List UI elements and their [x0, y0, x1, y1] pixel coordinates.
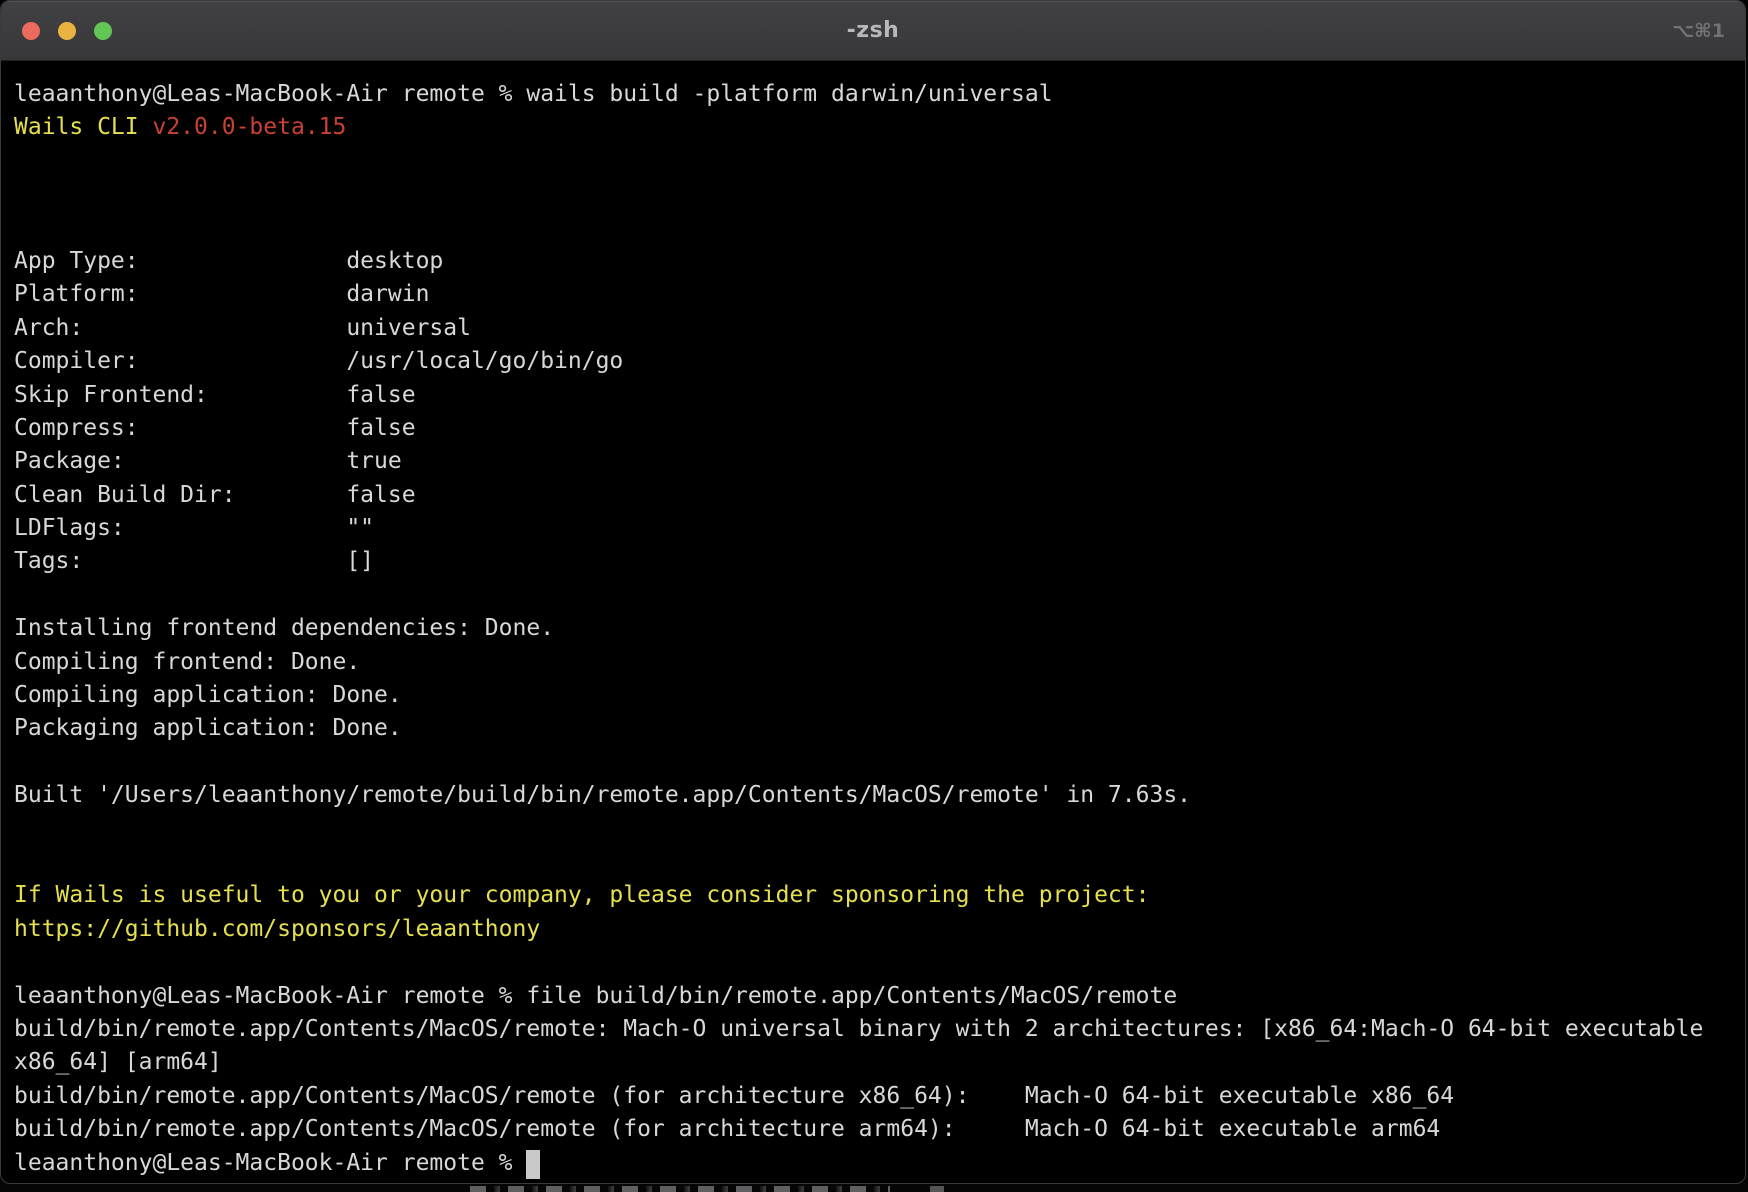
terminal-line — [14, 813, 1732, 846]
terminal-line: Compiler: /usr/local/go/bin/go — [14, 345, 1732, 378]
terminal-line: leaanthony@Leas-MacBook-Air remote % fil… — [14, 980, 1732, 1013]
terminal-line: Wails CLI v2.0.0-beta.15 — [14, 111, 1732, 144]
terminal-line — [14, 846, 1732, 879]
zoom-button[interactable] — [94, 22, 112, 40]
terminal-line: Package: true — [14, 445, 1732, 478]
minimize-button[interactable] — [58, 22, 76, 40]
terminal-text: Arch: universal — [14, 315, 471, 341]
close-button[interactable] — [22, 22, 40, 40]
terminal-line: App Type: desktop — [14, 245, 1732, 278]
terminal-text: LDFlags: "" — [14, 515, 374, 541]
terminal-line: Built '/Users/leaanthony/remote/build/bi… — [14, 779, 1732, 812]
terminal-line: leaanthony@Leas-MacBook-Air remote % wai… — [14, 78, 1732, 111]
terminal-text: build/bin/remote.app/Contents/MacOS/remo… — [14, 1116, 1440, 1142]
terminal-line: build/bin/remote.app/Contents/MacOS/remo… — [14, 1013, 1732, 1046]
traffic-lights — [22, 1, 112, 60]
terminal-text: Compiling frontend: Done. — [14, 649, 360, 675]
tab-shortcut-badge: ⌥⌘1 — [1672, 1, 1725, 60]
terminal-line: Packaging application: Done. — [14, 712, 1732, 745]
terminal-text: Installing frontend dependencies: Done. — [14, 615, 554, 641]
window-title: -zsh — [1, 18, 1745, 43]
terminal-line: Compiling frontend: Done. — [14, 646, 1732, 679]
terminal-line — [14, 145, 1732, 178]
terminal-text: leaanthony@Leas-MacBook-Air remote % — [14, 1150, 526, 1176]
terminal-text: Tags: [] — [14, 548, 374, 574]
terminal-line: Compiling application: Done. — [14, 679, 1732, 712]
terminal-line: https://github.com/sponsors/leaanthony — [14, 913, 1732, 946]
terminal-cursor — [526, 1150, 540, 1179]
terminal-line: Tags: [] — [14, 545, 1732, 578]
terminal-text: leaanthony@Leas-MacBook-Air remote % wai… — [14, 81, 1053, 107]
terminal-text: Clean Build Dir: false — [14, 482, 416, 508]
terminal-line: If Wails is useful to you or your compan… — [14, 879, 1732, 912]
terminal-text: https://github.com/sponsors/leaanthony — [14, 916, 540, 942]
terminal-line — [14, 746, 1732, 779]
terminal-line: build/bin/remote.app/Contents/MacOS/remo… — [14, 1113, 1732, 1146]
terminal-line — [14, 579, 1732, 612]
terminal-line — [14, 946, 1732, 979]
terminal-text: Package: true — [14, 448, 402, 474]
terminal-text: Compress: false — [14, 415, 416, 441]
title-bar[interactable]: -zsh ⌥⌘1 — [1, 1, 1745, 61]
desktop-background — [0, 1184, 1748, 1192]
terminal-text: Built '/Users/leaanthony/remote/build/bi… — [14, 782, 1191, 808]
obscured-window-fragment — [930, 1186, 944, 1192]
terminal-line: Arch: universal — [14, 312, 1732, 345]
terminal-text: App Type: desktop — [14, 248, 443, 274]
obscured-window-text — [470, 1186, 890, 1192]
terminal-text: Wails CLI — [14, 114, 152, 140]
terminal-line: Skip Frontend: false — [14, 379, 1732, 412]
terminal-line: build/bin/remote.app/Contents/MacOS/remo… — [14, 1080, 1732, 1113]
terminal-line: LDFlags: "" — [14, 512, 1732, 545]
terminal-line: Compress: false — [14, 412, 1732, 445]
terminal-line — [14, 178, 1732, 211]
terminal-text: Packaging application: Done. — [14, 715, 402, 741]
terminal-text: build/bin/remote.app/Contents/MacOS/remo… — [14, 1016, 1703, 1042]
terminal-output[interactable]: leaanthony@Leas-MacBook-Air remote % wai… — [1, 61, 1745, 1180]
terminal-line: leaanthony@Leas-MacBook-Air remote % — [14, 1147, 1732, 1180]
terminal-text: v2.0.0-beta.15 — [152, 114, 346, 140]
terminal-line: Clean Build Dir: false — [14, 479, 1732, 512]
terminal-line: Platform: darwin — [14, 278, 1732, 311]
terminal-line: x86_64] [arm64] — [14, 1046, 1732, 1079]
terminal-text: Compiling application: Done. — [14, 682, 402, 708]
terminal-text: build/bin/remote.app/Contents/MacOS/remo… — [14, 1083, 1454, 1109]
terminal-line — [14, 212, 1732, 245]
terminal-text: x86_64] [arm64] — [14, 1049, 222, 1075]
terminal-text: Skip Frontend: false — [14, 382, 416, 408]
terminal-line: Installing frontend dependencies: Done. — [14, 612, 1732, 645]
terminal-text: Platform: darwin — [14, 281, 429, 307]
terminal-text: Compiler: /usr/local/go/bin/go — [14, 348, 623, 374]
terminal-window: -zsh ⌥⌘1 leaanthony@Leas-MacBook-Air rem… — [0, 0, 1746, 1184]
terminal-text: If Wails is useful to you or your compan… — [14, 882, 1149, 908]
terminal-text: leaanthony@Leas-MacBook-Air remote % fil… — [14, 983, 1177, 1009]
